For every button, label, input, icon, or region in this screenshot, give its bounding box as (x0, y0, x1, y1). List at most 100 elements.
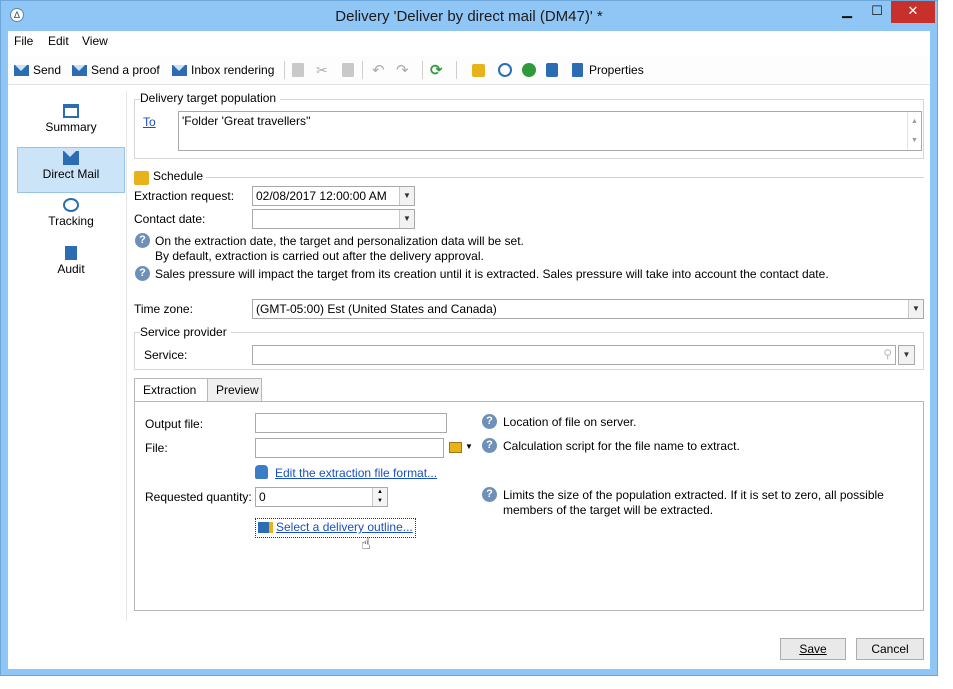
minimize-button[interactable]: ▁ (833, 1, 861, 23)
gift-icon (472, 63, 485, 77)
chevron-down-icon[interactable]: ▼ (399, 210, 414, 228)
menu-bar: File Edit View (8, 31, 930, 53)
scissors-icon: ✂ (316, 61, 328, 78)
sidebar-item-tracking[interactable]: Tracking (17, 195, 125, 241)
extraction-help-line2: By default, extraction is carried out af… (155, 249, 484, 263)
menu-view[interactable]: View (82, 34, 108, 48)
stepper-arrows[interactable]: ▲ ▼ (372, 488, 387, 506)
service-dropdown[interactable]: ▼ (898, 345, 915, 365)
send-proof-label: Send a proof (91, 63, 160, 77)
calendar-icon (134, 171, 149, 185)
chevron-down-icon[interactable]: ▼ (899, 346, 914, 364)
help-icon: ? (482, 487, 497, 502)
title-bar[interactable]: ᐃ Delivery 'Deliver by direct mail (DM47… (1, 1, 937, 31)
paste-button[interactable] (342, 61, 354, 79)
sidebar-item-direct-mail[interactable]: Direct Mail (17, 147, 125, 193)
help-icon: ? (135, 266, 150, 281)
redo-button[interactable]: ↷ (396, 61, 409, 79)
extraction-request-label: Extraction request: (134, 189, 235, 203)
sidebar: Summary Direct Mail Tracking Audit (11, 91, 127, 621)
undo-icon: ↶ (372, 62, 385, 79)
send-label: Send (33, 63, 62, 77)
inbox-rendering-button[interactable]: Inbox rendering (172, 61, 274, 79)
cut-button[interactable]: ✂ (316, 61, 328, 79)
save-button[interactable]: Save (780, 638, 846, 660)
main-panel: Summary Direct Mail Tracking Audit Deliv… (8, 87, 930, 669)
file-input[interactable] (255, 438, 444, 458)
file-help: Calculation script for the file name to … (503, 439, 740, 453)
gift-button[interactable] (472, 61, 485, 79)
envelope-check-icon (172, 64, 187, 76)
output-file-label: Output file: (145, 417, 204, 431)
contact-date-label: Contact date: (134, 212, 206, 226)
send-button[interactable]: Send (14, 61, 61, 79)
audit-button[interactable] (546, 61, 558, 79)
toolbar-separator (284, 61, 285, 79)
extraction-request-field[interactable]: 02/08/2017 12:00:00 AM ▼ (252, 186, 415, 206)
properties-button[interactable]: Properties (572, 61, 644, 79)
window-title: Delivery 'Deliver by direct mail (DM47)'… (335, 8, 603, 25)
schedule-group-label: Schedule (153, 169, 208, 183)
help-icon: ? (135, 233, 150, 248)
to-field-scrollbar[interactable]: ▲ ▼ (907, 112, 921, 150)
cancel-button[interactable]: Cancel (856, 638, 924, 660)
sidebar-item-summary[interactable]: Summary (17, 101, 125, 147)
help-icon: ? (482, 414, 497, 429)
chevron-down-icon[interactable]: ▼ (399, 187, 414, 205)
close-button[interactable]: ✕ (891, 1, 935, 23)
envelope-icon (14, 64, 29, 76)
requested-quantity-value: 0 (259, 490, 266, 504)
schedule-divider (206, 177, 924, 178)
lock-icon (546, 63, 558, 77)
undo-button[interactable]: ↶ (372, 61, 385, 79)
approval-icon (498, 63, 512, 77)
menu-edit[interactable]: Edit (48, 34, 69, 48)
maximize-button[interactable]: ☐ (863, 1, 891, 23)
search-icon[interactable]: ⚲ (883, 347, 892, 361)
contact-date-field[interactable]: ▼ (252, 209, 415, 229)
toolbar: Send Send a proof Inbox rendering ✂ ↶ ↷ … (8, 55, 930, 85)
output-file-input[interactable] (255, 413, 447, 433)
tab-preview[interactable]: Preview (207, 378, 262, 401)
expression-editor-icon[interactable] (449, 442, 462, 453)
to-link[interactable]: To (143, 115, 156, 129)
chevron-down-icon[interactable]: ▼ (465, 442, 473, 451)
direct-mail-icon (63, 151, 79, 165)
select-delivery-outline-button[interactable]: Select a delivery outline... (255, 518, 416, 538)
edit-extraction-format-link[interactable]: Edit the extraction file format... (275, 466, 437, 480)
to-field[interactable]: 'Folder 'Great travellers'' ▲ ▼ (178, 111, 922, 151)
sidebar-item-label: Direct Mail (42, 167, 100, 181)
service-field[interactable]: ⚲ (252, 345, 896, 365)
time-zone-label: Time zone: (134, 302, 193, 316)
requested-quantity-stepper[interactable]: 0 ▲ ▼ (255, 487, 388, 507)
redo-icon: ↷ (396, 62, 409, 79)
refresh-button[interactable]: ⟳ (430, 61, 443, 79)
time-zone-select[interactable]: (GMT-05:00) Est (United States and Canad… (252, 299, 924, 319)
toolbar-separator (456, 61, 457, 79)
service-provider-label: Service provider (140, 325, 231, 339)
tab-extraction[interactable]: Extraction (134, 378, 208, 403)
calculator-button[interactable] (522, 61, 536, 79)
sidebar-item-label: Summary (45, 120, 97, 134)
target-group-label: Delivery target population (140, 91, 281, 105)
cancel-label: Cancel (871, 642, 909, 656)
window-content: File Edit View Send Send a proof Inbox r… (8, 31, 930, 669)
tab-preview-label: Preview (216, 383, 259, 397)
database-icon (255, 465, 268, 479)
toolbar-separator (422, 61, 423, 79)
envelope-check-icon (72, 64, 87, 76)
approval-button[interactable] (498, 61, 512, 79)
file-label: File: (145, 441, 168, 455)
inbox-rendering-label: Inbox rendering (191, 63, 275, 77)
copy-button[interactable] (292, 61, 304, 79)
outline-icon (258, 522, 273, 534)
menu-file[interactable]: File (14, 34, 33, 48)
chevron-down-icon[interactable]: ▼ (908, 300, 923, 318)
to-field-value: 'Folder 'Great travellers'' (182, 114, 311, 128)
sidebar-item-audit[interactable]: Audit (17, 243, 125, 289)
paste-icon (342, 63, 354, 77)
send-proof-button[interactable]: Send a proof (72, 61, 160, 79)
refresh-icon: ⟳ (430, 62, 443, 79)
select-delivery-outline-link[interactable]: Select a delivery outline... (276, 520, 413, 534)
tab-extraction-label: Extraction (143, 383, 197, 397)
